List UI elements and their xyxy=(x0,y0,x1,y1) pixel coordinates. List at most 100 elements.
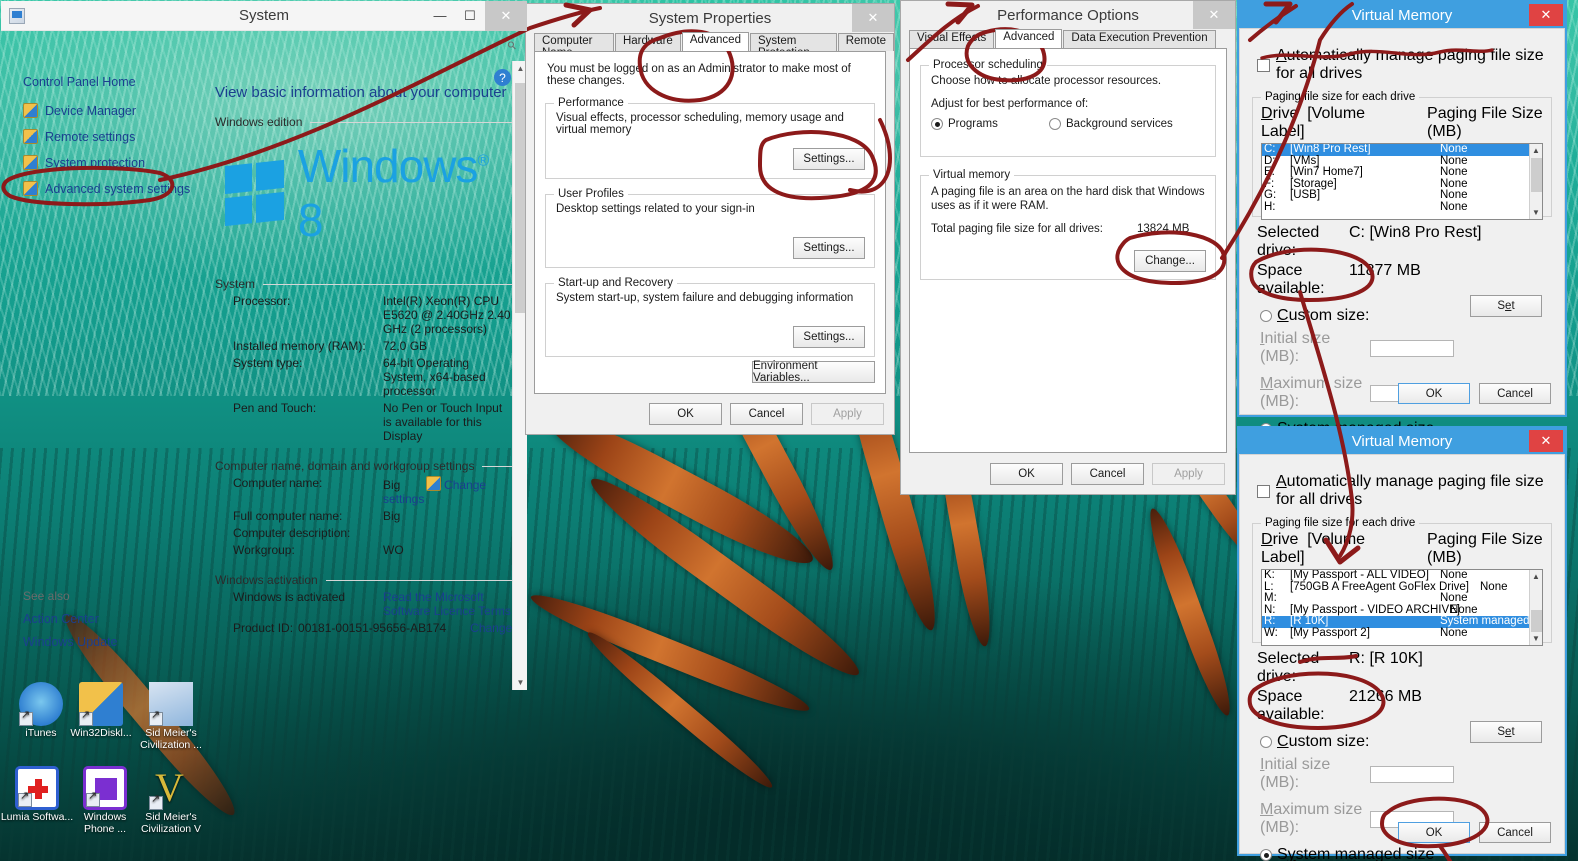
dialog-body: Automatically manage paging file size fo… xyxy=(1239,454,1565,861)
shield-icon xyxy=(23,181,38,196)
scroll-down-arrow[interactable]: ▼ xyxy=(513,675,527,690)
tabstrip[interactable]: Visual Effects Advanced Data Execution P… xyxy=(901,29,1235,48)
scroll-down-arrow[interactable]: ▼ xyxy=(1530,206,1542,219)
ok-button[interactable]: OK xyxy=(1398,383,1470,404)
close-button[interactable]: ✕ xyxy=(485,0,527,31)
group-legend: Paging file size for each drive xyxy=(1261,517,1420,529)
sidebar-item-system-protection[interactable]: System protection xyxy=(23,155,201,170)
tab-visual-effects[interactable]: Visual Effects xyxy=(909,30,995,48)
group-system: System xyxy=(215,277,513,291)
drive-list[interactable]: K: [My Passport - ALL VIDEO] None L: [75… xyxy=(1261,569,1543,646)
scrollbar-thumb[interactable] xyxy=(1531,158,1542,192)
auto-manage-checkbox[interactable]: Automatically manage paging file size fo… xyxy=(1257,473,1564,509)
desktop-icon-windows-phone[interactable]: Windows Phone ... xyxy=(68,766,142,835)
licence-terms-link[interactable]: Read the Microsoft Software Licence Term… xyxy=(383,590,511,618)
tab-remote[interactable]: Remote xyxy=(837,33,894,51)
change-product-key-link[interactable]: Change xyxy=(470,621,512,635)
drive-list[interactable]: C: [Win8 Pro Rest] None D: [VMs] None E:… xyxy=(1261,143,1543,220)
tab-advanced[interactable]: Advanced xyxy=(995,29,1063,48)
activation-status: Windows is activated xyxy=(233,590,346,604)
volume-label: [My Passport - ALL VIDEO] xyxy=(1290,569,1429,581)
scrollbar-thumb[interactable] xyxy=(1531,610,1542,632)
maximize-button[interactable]: ☐ xyxy=(455,1,485,31)
radio-label: System managed size xyxy=(1277,846,1435,861)
radio-background-services[interactable]: Background services xyxy=(1049,118,1173,130)
info-key: Full computer name: xyxy=(233,509,343,523)
desktop-icon-lumia-software[interactable]: Lumia Softwa... xyxy=(0,766,74,824)
desktop-icon-civilization-v[interactable]: V Sid Meier's Civilization V xyxy=(134,766,208,835)
group-label: Computer name, domain and workgroup sett… xyxy=(215,459,475,473)
total-paging-value: 13824 MB xyxy=(1136,223,1190,235)
dialog-footer: OK Cancel xyxy=(1398,822,1551,843)
ok-button[interactable]: OK xyxy=(1398,822,1470,843)
radio-system-managed-size[interactable]: System managed size xyxy=(1260,846,1564,861)
group-legend: Performance xyxy=(554,97,628,109)
tabstrip[interactable]: Computer Name Hardware Advanced System P… xyxy=(526,32,894,59)
help-icon[interactable]: ? xyxy=(494,69,511,86)
radio-indicator xyxy=(1049,118,1061,130)
dialog-titlebar[interactable]: Performance Options ✕ xyxy=(901,1,1235,29)
window-controls[interactable]: — ☐ ✕ xyxy=(425,0,527,31)
startup-recovery-settings-button[interactable]: Settings... xyxy=(793,326,865,348)
user-profiles-settings-button[interactable]: Settings... xyxy=(793,237,865,259)
virtual-memory-dialog-bottom[interactable]: Virtual Memory ✕ Automatically manage pa… xyxy=(1237,426,1567,861)
dialog-titlebar[interactable]: Virtual Memory ✕ xyxy=(1239,2,1565,28)
dialog-title: Virtual Memory xyxy=(1351,432,1453,450)
info-value: No Pen or Touch Input is available for t… xyxy=(383,401,503,443)
computer-name-value: Big xyxy=(383,478,401,492)
group-startup-recovery: Start-up and Recovery System start-up, s… xyxy=(545,277,875,357)
sidebar-item-control-panel-home[interactable]: Control Panel Home xyxy=(23,75,201,89)
dialog-titlebar[interactable]: Virtual Memory ✕ xyxy=(1239,428,1565,454)
set-button[interactable]: Set xyxy=(1470,295,1542,317)
performance-settings-button[interactable]: Settings... xyxy=(793,148,865,170)
ok-button[interactable]: OK xyxy=(649,403,722,425)
sidebar-item-advanced-system-settings[interactable]: Advanced system settings xyxy=(23,181,201,196)
sidebar-item-device-manager[interactable]: Device Manager xyxy=(23,103,201,118)
tab-advanced[interactable]: Advanced xyxy=(681,32,749,51)
sidebar-item-remote-settings[interactable]: Remote settings xyxy=(23,129,201,144)
change-button[interactable]: Change... xyxy=(1134,250,1206,272)
list-scrollbar[interactable]: ▲ ▼ xyxy=(1529,570,1542,645)
minimize-button[interactable]: — xyxy=(425,1,455,31)
list-scrollbar[interactable]: ▲ ▼ xyxy=(1529,144,1542,219)
list-item[interactable]: H: None xyxy=(1262,201,1542,214)
tab-data-execution-prevention[interactable]: Data Execution Prevention xyxy=(1063,30,1216,48)
tab-hardware[interactable]: Hardware xyxy=(614,33,681,51)
column-header-drive: Drive [Volume Label] xyxy=(1261,531,1366,566)
set-button[interactable]: Set xyxy=(1470,721,1542,743)
cancel-button[interactable]: Cancel xyxy=(1479,383,1551,404)
info-row-full-computer-name: Full computer name: Big xyxy=(215,509,513,523)
group-paging-per-drive: Paging file size for each drive Drive [V… xyxy=(1252,517,1552,646)
list-item[interactable]: K: [My Passport - ALL VIDEO] None xyxy=(1262,570,1542,582)
auto-manage-checkbox[interactable]: AAutomatically manage paging file size f… xyxy=(1257,47,1564,83)
cancel-button[interactable]: Cancel xyxy=(730,403,803,425)
see-also-action-center[interactable]: Action Center xyxy=(23,612,201,626)
list-item[interactable]: W: [My Passport 2] None xyxy=(1262,627,1542,640)
desktop-icon-civilization[interactable]: Sid Meier's Civilization ... xyxy=(134,682,208,751)
dialog-titlebar[interactable]: System Properties ✕ xyxy=(526,4,894,32)
scroll-up-arrow[interactable]: ▲ xyxy=(1530,570,1542,583)
cancel-button[interactable]: Cancel xyxy=(1479,822,1551,843)
list-item[interactable]: G: [USB] None xyxy=(1262,190,1542,202)
tab-system-protection[interactable]: System Protection xyxy=(749,33,837,59)
scroll-down-arrow[interactable]: ▼ xyxy=(1530,632,1542,645)
performance-options-dialog[interactable]: Performance Options ✕ Visual Effects Adv… xyxy=(900,0,1236,495)
initial-size-input[interactable] xyxy=(1370,765,1454,783)
virtual-memory-dialog-top[interactable]: Virtual Memory ✕ AAutomatically manage p… xyxy=(1237,0,1567,585)
system-window-titlebar[interactable]: System — ☐ ✕ xyxy=(1,0,527,31)
system-properties-dialog[interactable]: System Properties ✕ Computer Name Hardwa… xyxy=(525,3,895,435)
desktop-icon-win32diskimager[interactable]: Win32Diskl... xyxy=(64,682,138,740)
scroll-up-arrow[interactable]: ▲ xyxy=(1530,144,1542,157)
space-available-label: Space available: xyxy=(1257,688,1325,723)
ok-button[interactable]: OK xyxy=(990,463,1063,485)
environment-variables-button[interactable]: Environment Variables... xyxy=(752,360,875,384)
system-control-panel-window[interactable]: System — ☐ ✕ ← → ▾ ↑ « Syste... ▸ System… xyxy=(0,0,528,691)
tab-computer-name[interactable]: Computer Name xyxy=(534,33,614,59)
cancel-button[interactable]: Cancel xyxy=(1071,463,1144,485)
list-item[interactable]: C: [Win8 Pro Rest] None xyxy=(1262,144,1542,156)
initial-size-input[interactable] xyxy=(1370,339,1454,357)
group-processor-scheduling: Processor scheduling Choose how to alloc… xyxy=(920,59,1216,157)
see-also-windows-update[interactable]: Windows Update xyxy=(23,635,201,649)
radio-programs[interactable]: Programs xyxy=(931,118,1049,130)
list-item[interactable]: L: [750GB A FreeAgent GoFlex Drive] None xyxy=(1262,581,1542,594)
